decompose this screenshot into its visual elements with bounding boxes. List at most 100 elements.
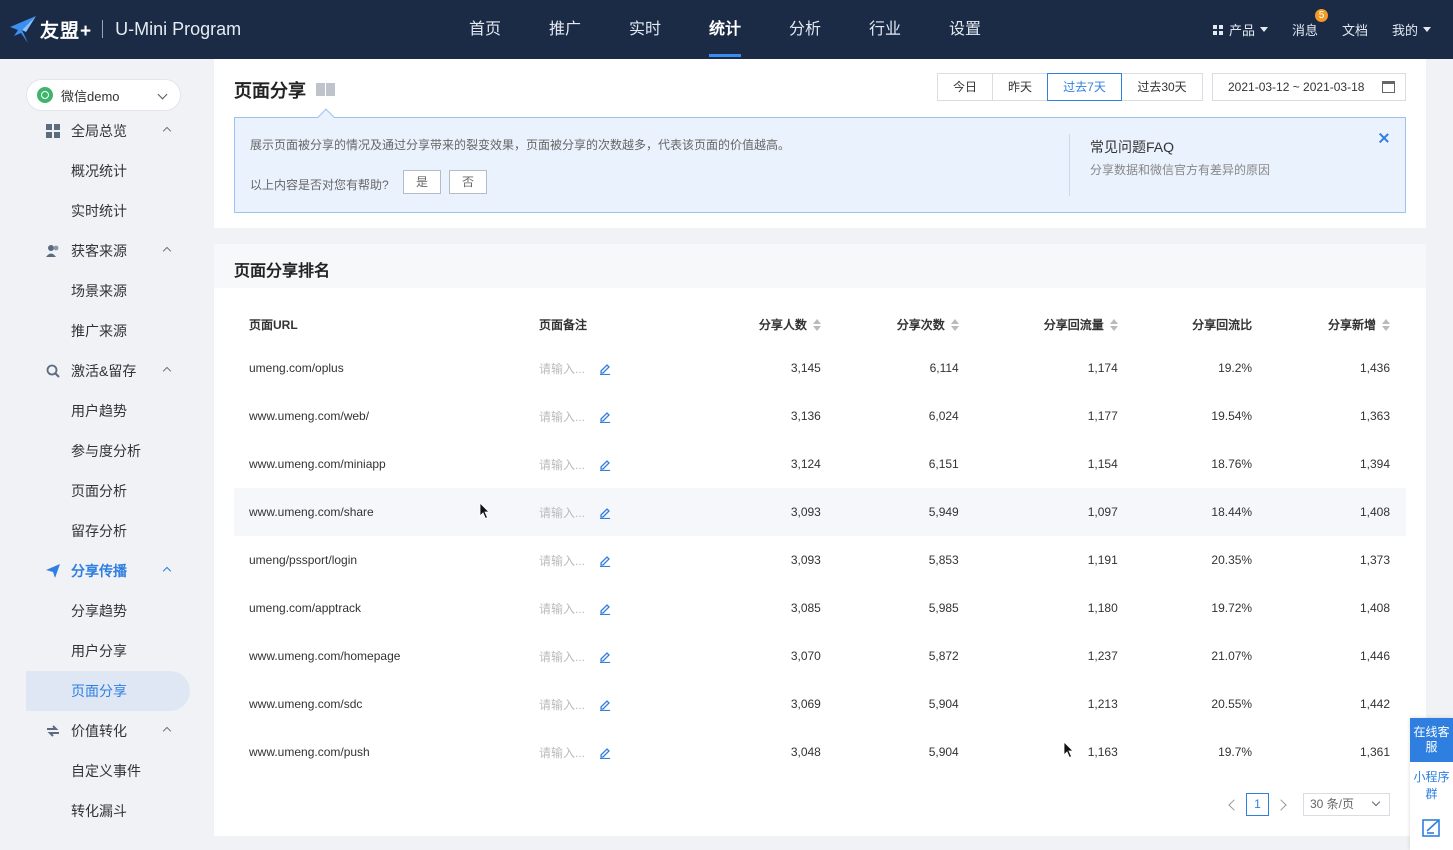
note-placeholder[interactable]: 请输入... [539, 362, 585, 376]
sidebar-item[interactable]: 用户趋势 [26, 391, 190, 431]
sidebar-group-4[interactable]: 价值转化 [26, 711, 190, 751]
column-header-label: 分享人数 [758, 317, 807, 332]
sidebar-group-3[interactable]: 分享传播 [26, 551, 190, 591]
metric-cell: 18.44% [1133, 488, 1269, 536]
sidebar-item[interactable]: 分享趋势 [26, 591, 190, 631]
sidebar-group-2[interactable]: 激活&留存 [26, 351, 190, 391]
page-url-cell: www.umeng.com/miniapp [249, 457, 386, 471]
edit-pencil-icon[interactable] [599, 507, 611, 520]
metric-cell: 18.76% [1211, 457, 1253, 471]
caret-down-icon [1259, 27, 1268, 32]
column-header[interactable]: 分享新增 [1268, 304, 1406, 344]
nav-item[interactable]: 首页 [445, 0, 525, 59]
sidebar-group-0[interactable]: 全局总览 [26, 111, 190, 151]
sort-icon[interactable] [812, 319, 821, 332]
table-row: www.umeng.com/push 请输入... 3,048 5,904 1,163 1… [234, 728, 1406, 776]
sidebar-item[interactable]: 页面分享 [26, 671, 190, 711]
edit-pencil-icon[interactable] [599, 651, 611, 664]
docs-link[interactable]: 文档 [1342, 20, 1368, 39]
note-placeholder[interactable]: 请输入... [539, 506, 585, 520]
page-url-cell: www.umeng.com/homepage [249, 649, 401, 663]
edit-pencil-icon[interactable] [599, 603, 611, 616]
sidebar-item[interactable]: 实时统计 [26, 191, 190, 231]
nav-item[interactable]: 行业 [845, 0, 925, 59]
page-url-cell: umeng.com/oplus [249, 361, 344, 375]
date-tab[interactable]: 今日 [937, 73, 993, 101]
sort-icon[interactable] [1109, 319, 1118, 332]
edit-pencil-icon[interactable] [599, 411, 611, 424]
edit-pencil-icon[interactable] [599, 699, 611, 712]
info-text: 展示页面被分享的情况及通过分享带来的裂变效果，页面被分享的次数越多，代表该页面的… [250, 138, 791, 152]
note-placeholder[interactable]: 请输入... [539, 650, 585, 664]
note-placeholder[interactable]: 请输入... [539, 602, 585, 616]
products-menu[interactable]: 产品 [1212, 20, 1268, 39]
messages-label: 消息 [1291, 23, 1318, 38]
sidebar-item[interactable]: 概况统计 [26, 151, 190, 191]
miniapp-group-button[interactable]: 小程序群 [1410, 762, 1453, 806]
column-header: 页面备注 [539, 304, 699, 344]
sidebar-item[interactable]: 参与度分析 [26, 431, 190, 471]
date-tab[interactable]: 过去7天 [1047, 73, 1122, 101]
column-header[interactable]: 分享次数 [837, 304, 975, 344]
logo[interactable]: 友盟+ U-Mini Program [8, 12, 241, 46]
edit-pencil-icon[interactable] [599, 555, 611, 568]
date-range-picker[interactable]: 2021-03-12 ~ 2021-03-18 [1212, 73, 1406, 101]
metric-cell: 3,048 [790, 745, 821, 759]
feedback-edit-icon[interactable] [1410, 806, 1453, 850]
sidebar-group-label: 获客来源 [71, 243, 127, 259]
faq-link[interactable]: 分享数据和微信官方有差异的原因 [1090, 161, 1270, 178]
help-yes-button[interactable]: 是 [403, 170, 441, 194]
chevron-down-icon [1371, 797, 1381, 807]
sidebar-item[interactable]: 推广来源 [26, 311, 190, 351]
note-placeholder[interactable]: 请输入... [539, 458, 585, 472]
note-placeholder[interactable]: 请输入... [539, 746, 585, 760]
nav-item[interactable]: 设置 [925, 0, 1005, 59]
close-icon[interactable] [1377, 131, 1391, 145]
sidebar-item[interactable]: 页面分析 [26, 471, 190, 511]
edit-pencil-icon[interactable] [599, 459, 611, 472]
page-note-cell: 请输入... [539, 536, 699, 584]
messages-link[interactable]: 消息 5 [1291, 9, 1328, 39]
date-tab[interactable]: 过去30天 [1121, 73, 1203, 101]
sort-icon[interactable] [950, 319, 959, 332]
metric-cell: 1,177 [1087, 409, 1118, 423]
help-no-button[interactable]: 否 [449, 170, 487, 194]
edit-pencil-icon[interactable] [599, 747, 611, 760]
sidebar-item[interactable]: 留存分析 [26, 511, 190, 551]
date-tab[interactable]: 昨天 [992, 73, 1048, 101]
faq-title[interactable]: 常见问题FAQ [1090, 137, 1174, 157]
nav-item[interactable]: 实时 [605, 0, 685, 59]
app-selector[interactable]: 微信demo [26, 79, 181, 111]
sidebar-item[interactable]: 场景来源 [26, 271, 190, 311]
note-placeholder[interactable]: 请输入... [539, 410, 585, 424]
edit-pencil-icon[interactable] [599, 363, 611, 376]
page-size-select[interactable]: 30 条/页 [1303, 793, 1390, 816]
exchange-icon [46, 724, 60, 738]
info-divider [1069, 134, 1070, 196]
column-header[interactable]: 分享人数 [699, 304, 837, 344]
metric-cell: 5,949 [836, 488, 975, 536]
page-note-cell: 请输入... [539, 680, 699, 728]
metric-cell: 1,446 [1359, 649, 1390, 663]
next-page-icon[interactable] [1275, 798, 1287, 811]
sidebar-item[interactable]: 转化漏斗 [26, 791, 190, 831]
note-placeholder[interactable]: 请输入... [539, 554, 585, 568]
column-header[interactable]: 分享回流量 [975, 304, 1134, 344]
sidebar-item[interactable]: 用户分享 [26, 631, 190, 671]
chevron-down-icon [157, 89, 168, 100]
user-menu[interactable]: 我的 [1392, 20, 1431, 39]
sort-icon[interactable] [1382, 319, 1390, 332]
prev-page-icon[interactable] [1228, 798, 1240, 811]
nav-item[interactable]: 统计 [685, 0, 765, 59]
note-placeholder[interactable]: 请输入... [539, 698, 585, 712]
nav-item[interactable]: 推广 [525, 0, 605, 59]
page-number[interactable]: 1 [1246, 793, 1269, 816]
page-url-cell: www.umeng.com/share [234, 488, 539, 536]
nav-item[interactable]: 分析 [765, 0, 845, 59]
sidebar-group-1[interactable]: 获客来源 [26, 231, 190, 271]
page-note-cell: 请输入... [539, 344, 699, 392]
online-service-button[interactable]: 在线客服 [1410, 718, 1453, 762]
book-icon[interactable] [316, 83, 336, 97]
column-header-label: 页面URL [249, 317, 298, 332]
sidebar-item[interactable]: 自定义事件 [26, 751, 190, 791]
